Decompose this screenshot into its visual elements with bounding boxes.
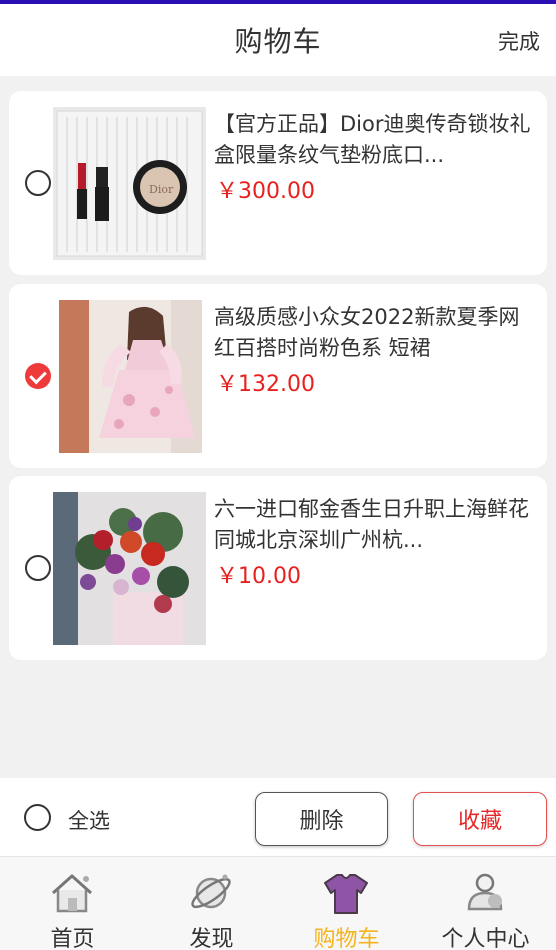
tab-label: 发现 [189, 927, 234, 950]
cart-item[interactable]: 高级质感小众女2022新款夏季网红百搭时尚粉色系 短裙 ￥132.00 [9, 284, 547, 468]
tab-label: 购物车 [313, 927, 380, 950]
pink-dress-image[interactable] [59, 300, 202, 453]
favorite-button[interactable]: 收藏 [413, 792, 547, 846]
cart-item[interactable]: 六一进口郁金香生日升职上海鲜花同城北京深圳广州杭... ￥10.00 [9, 476, 547, 660]
select-all-label[interactable]: 全选 [68, 805, 110, 835]
discover-planet-icon [187, 869, 235, 917]
delete-button[interactable]: 删除 [255, 792, 388, 846]
tab-home[interactable]: 首页 [3, 857, 142, 950]
dior-gift-box-image[interactable]: Dior [53, 107, 206, 260]
item-select-radio[interactable] [25, 555, 51, 581]
done-button[interactable]: 完成 [498, 26, 540, 56]
cart-item[interactable]: Dior 【官方正品】Dior迪奥传奇锁妆礼盒限量条纹气垫粉底口... ￥300… [9, 91, 547, 275]
tab-discover[interactable]: 发现 [142, 857, 281, 950]
item-title[interactable]: 高级质感小众女2022新款夏季网红百搭时尚粉色系 短裙 [214, 302, 532, 364]
select-all-radio[interactable] [24, 804, 51, 831]
tab-label: 首页 [50, 927, 95, 950]
item-price: ￥300.00 [216, 179, 315, 204]
svg-text:Dior: Dior [149, 183, 174, 196]
tab-label: 个人中心 [441, 927, 530, 950]
cart-shirt-icon [322, 869, 370, 917]
item-price: ￥10.00 [216, 564, 301, 589]
cart-action-bar: 全选 删除 收藏 [0, 778, 556, 856]
item-select-radio-checked[interactable] [25, 363, 51, 389]
page-header: 购物车 完成 [0, 4, 556, 76]
item-title[interactable]: 【官方正品】Dior迪奥传奇锁妆礼盒限量条纹气垫粉底口... [214, 109, 532, 171]
flower-bouquet-image[interactable] [53, 492, 206, 645]
home-icon [48, 869, 96, 917]
item-price: ￥132.00 [216, 372, 315, 397]
tab-cart[interactable]: 购物车 [277, 857, 416, 950]
tab-profile[interactable]: 个人中心 [416, 857, 555, 950]
bottom-tab-bar: 首页 发现 购物车 个人中心 [0, 856, 556, 950]
item-title[interactable]: 六一进口郁金香生日升职上海鲜花同城北京深圳广州杭... [214, 494, 532, 556]
item-select-radio[interactable] [25, 170, 51, 196]
profile-icon [461, 869, 509, 917]
page-title: 购物车 [234, 25, 322, 58]
